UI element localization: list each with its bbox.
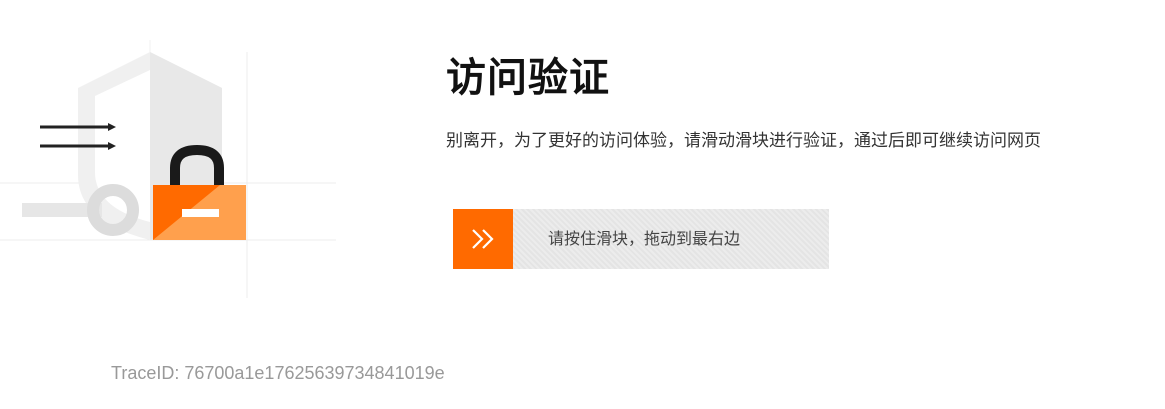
- slider-track[interactable]: 请按住滑块，拖动到最右边: [453, 209, 829, 269]
- double-chevron-right-icon: [472, 229, 494, 249]
- slider-hint: 请按住滑块，拖动到最右边: [548, 229, 741, 248]
- description-text: 别离开，为了更好的访问体验，请滑动滑块进行验证，通过后即可继续访问网页: [446, 131, 1041, 151]
- slider-handle[interactable]: [453, 209, 513, 269]
- security-illustration: [0, 0, 340, 310]
- verification-content: 访问验证 别离开，为了更好的访问体验，请滑动滑块进行验证，通过后即可继续访问网页: [446, 50, 1146, 154]
- page-title: 访问验证: [446, 55, 610, 101]
- trace-id: TraceID: 76700a1e17625639734841019e: [111, 363, 445, 383]
